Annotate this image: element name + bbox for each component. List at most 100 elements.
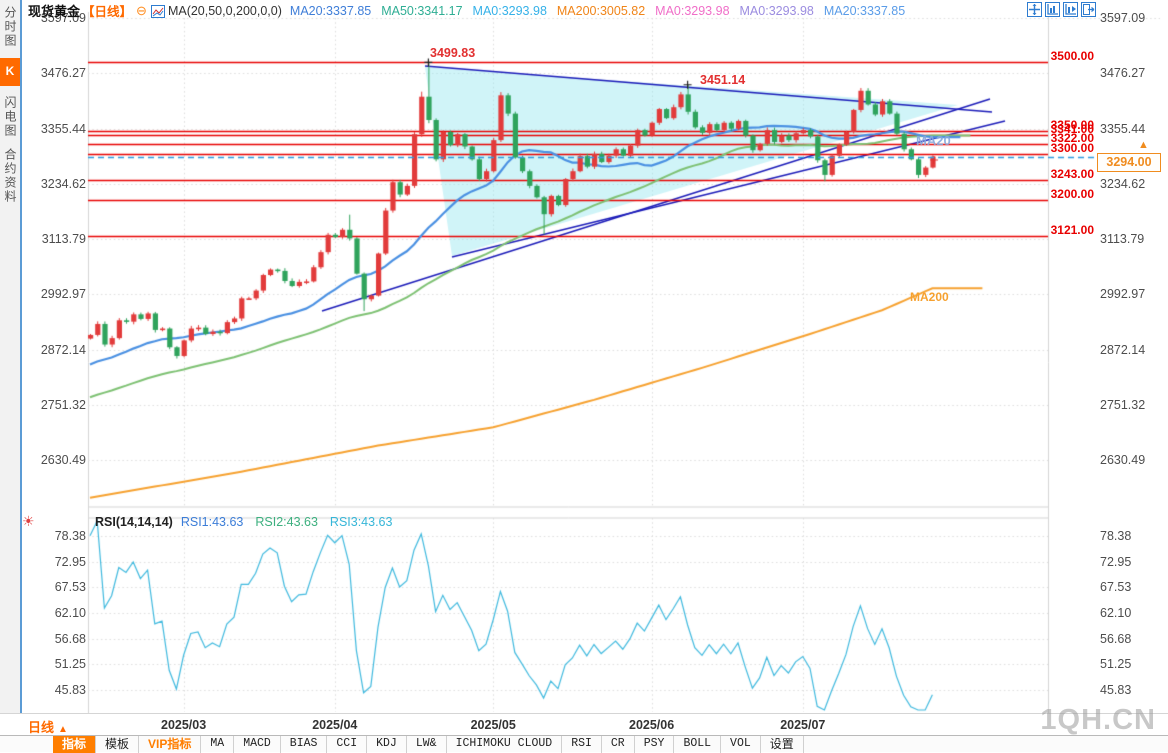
tab-first-char: K (0, 58, 20, 86)
month-label: 2025/04 (300, 718, 370, 732)
left-sidebar: 分时图 K线图闪电图合约资料 (0, 0, 22, 713)
price-tick: 2992.97 (1100, 287, 1162, 301)
axis-scale-icon[interactable] (1045, 2, 1060, 17)
collapse-icon[interactable]: ⊖ (136, 3, 147, 18)
sidebar-tab-0[interactable]: 分时图 (0, 6, 20, 48)
price-tick: 3355.44 (1100, 122, 1162, 136)
hline-label[interactable]: 3200.00 (980, 187, 1094, 201)
symbol-name: 现货黄金 (28, 4, 80, 19)
rsi-value-2: RSI3:43.63 (330, 515, 393, 529)
rsi-tick: 45.83 (24, 683, 86, 697)
toolbar-item-3[interactable]: MA (201, 736, 234, 753)
price-tick: 2751.32 (24, 398, 86, 412)
period-tag: 【日线】 (82, 5, 132, 19)
price-tick: 2630.49 (24, 453, 86, 467)
rsi-tick: 78.38 (24, 529, 86, 543)
period-selector-button[interactable]: 日线 ▲ (28, 717, 68, 736)
rsi-tick: 56.68 (24, 632, 86, 646)
toolbar-item-11[interactable]: CR (602, 736, 635, 753)
crosshair-icon[interactable] (1027, 2, 1042, 17)
price-tick: 3476.27 (1100, 66, 1162, 80)
rsi-tick: 51.25 (24, 657, 86, 671)
exit-panel-icon[interactable] (1081, 2, 1096, 17)
ma-values: MA20:3337.85 MA50:3341.17 MA0:3293.98 MA200… (290, 3, 915, 17)
toolbar-item-0[interactable]: 指标 (53, 736, 96, 753)
toolbar-item-1[interactable]: 模板 (96, 736, 139, 753)
peak-price-label: 3451.14 (700, 73, 745, 87)
rsi-tick: 72.95 (24, 555, 86, 569)
rsi-tick: 62.10 (1100, 606, 1162, 620)
rsi-tick: 62.10 (24, 606, 86, 620)
price-tick: 2751.32 (1100, 398, 1162, 412)
current-price-tag[interactable]: 3294.00 (1097, 153, 1161, 172)
toolbar-item-9[interactable]: ICHIMOKU CLOUD (447, 736, 563, 753)
candlestick-icon (151, 5, 165, 18)
rsi-tick: 72.95 (1100, 555, 1162, 569)
axis-play-icon[interactable] (1063, 2, 1078, 17)
chart-header: 现货黄金【日线】 ⊖ MA(20,50,0,200,0,0) MA20:3337.85… (28, 1, 915, 17)
sidebar-tab-2[interactable]: 闪电图 (0, 96, 20, 138)
toolbar-item-14[interactable]: VOL (721, 736, 761, 753)
price-tick: 3113.79 (24, 232, 86, 246)
ma-value-5: MA0:3293.98 (740, 4, 814, 18)
rsi-header: RSI(14,14,14)RSI1:43.63RSI2:43.63RSI3:43… (95, 515, 404, 529)
price-tick: 3234.62 (1100, 177, 1162, 191)
ma-value-1: MA50:3341.17 (381, 4, 462, 18)
rsi-tick: 67.53 (1100, 580, 1162, 594)
toolbar-item-4[interactable]: MACD (234, 736, 281, 753)
ma20-line-tag: MA20 (916, 133, 951, 148)
rsi-tick: 51.25 (1100, 657, 1162, 671)
month-label: 2025/03 (149, 718, 219, 732)
sidebar-tab-3[interactable]: 合约资料 (0, 148, 20, 204)
hline-label[interactable]: 3121.00 (980, 223, 1094, 237)
rsi-values: RSI1:43.63RSI2:43.63RSI3:43.63 (181, 515, 405, 529)
toolbar-item-8[interactable]: LW& (407, 736, 447, 753)
price-tick: 2992.97 (24, 287, 86, 301)
rsi-tick: 56.68 (1100, 632, 1162, 646)
indicator-settings-icon[interactable]: ☀ (22, 513, 35, 530)
sidebar-tab-1[interactable]: K线图 (0, 58, 20, 86)
toolbar-item-7[interactable]: KDJ (367, 736, 407, 753)
ma-formula: MA(20,50,0,200,0,0) (168, 4, 282, 18)
kline-chart-canvas[interactable] (0, 0, 1168, 713)
price-tick: 3234.62 (24, 177, 86, 191)
hline-label[interactable]: 3243.00 (980, 167, 1094, 181)
ma-value-2: MA0:3293.98 (473, 4, 547, 18)
hline-label[interactable]: 3500.00 (980, 49, 1094, 63)
month-label: 2025/05 (458, 718, 528, 732)
rsi-tick: 45.83 (1100, 683, 1162, 697)
ma-value-6: MA20:3337.85 (824, 4, 905, 18)
window-tool-icons (1024, 2, 1096, 22)
hline-label[interactable]: 3300.00 (980, 141, 1094, 155)
month-label: 2025/06 (617, 718, 687, 732)
period-label: 日线 (28, 720, 54, 735)
ma-value-3: MA200:3005.82 (557, 4, 645, 18)
toolbar-item-10[interactable]: RSI (562, 736, 602, 753)
price-tick: 3355.44 (24, 122, 86, 136)
chevron-up-icon: ▲ (58, 724, 68, 735)
toolbar-item-12[interactable]: PSY (635, 736, 675, 753)
toolbar-item-6[interactable]: CCI (327, 736, 367, 753)
price-tick: 2872.14 (1100, 343, 1162, 357)
rsi-tick: 78.38 (1100, 529, 1162, 543)
price-tick: 3476.27 (24, 66, 86, 80)
price-tick: 2630.49 (1100, 453, 1162, 467)
price-tick: 3113.79 (1100, 232, 1162, 246)
toolbar-item-2[interactable]: VIP指标 (139, 736, 201, 753)
ma-value-0: MA20:3337.85 (290, 4, 371, 18)
toolbar-item-5[interactable]: BIAS (281, 736, 328, 753)
time-axis-row: 日线 ▲ 2025/03 2025/04 2025/05 2025/06 2025/07 (0, 713, 1168, 736)
watermark: 1QH.CN (1040, 704, 1156, 737)
indicator-toolbar: 指标模板VIP指标MAMACDBIASCCIKDJLW&ICHIMOKU CLO… (0, 735, 1168, 752)
peak-price-label: 3499.83 (430, 46, 475, 60)
price-tick: 3597.09 (1100, 11, 1162, 25)
rsi-value-1: RSI2:43.63 (255, 515, 318, 529)
price-tick: 2872.14 (24, 343, 86, 357)
rsi-title: RSI(14,14,14) (95, 515, 173, 529)
price-up-arrow: ▲ (1138, 140, 1150, 152)
toolbar-item-13[interactable]: BOLL (674, 736, 721, 753)
month-label: 2025/07 (768, 718, 838, 732)
ma200-line-tag: MA200 (910, 290, 949, 304)
rsi-tick: 67.53 (24, 580, 86, 594)
toolbar-item-15[interactable]: 设置 (761, 736, 804, 753)
